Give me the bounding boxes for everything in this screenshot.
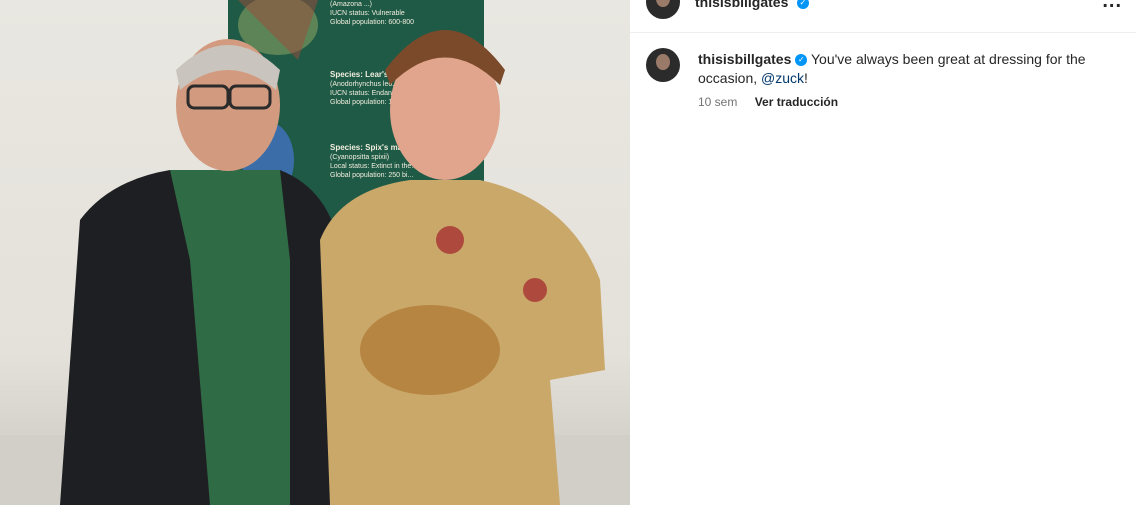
post-author-username[interactable]: thisisbillgates [695,0,788,10]
verified-badge-icon: ✓ [796,0,809,9]
comment-suffix: ! [804,70,808,86]
comment-avatar[interactable] [646,48,680,82]
comment-time[interactable]: 10 sem [698,95,737,109]
translate-button[interactable]: Ver traducción [755,95,838,109]
comment-username[interactable]: thisisbillgates [698,51,791,67]
comment-meta: 10 sem Ver traducción [698,95,852,109]
person-right [320,30,605,505]
mention-link[interactable]: @zuck [761,70,804,86]
post-photo[interactable]: (Amazona ...) IUCN status: Vulnerable Gl… [0,0,630,505]
header-divider [630,32,1136,33]
verified-badge-icon: ✓ [795,54,808,67]
post-author: thisisbillgates ✓ [695,0,809,12]
more-options-icon[interactable]: ... [1102,0,1122,13]
person-left [60,39,345,505]
caption-comment: thisisbillgates ✓ You've always been grea… [698,50,1108,88]
